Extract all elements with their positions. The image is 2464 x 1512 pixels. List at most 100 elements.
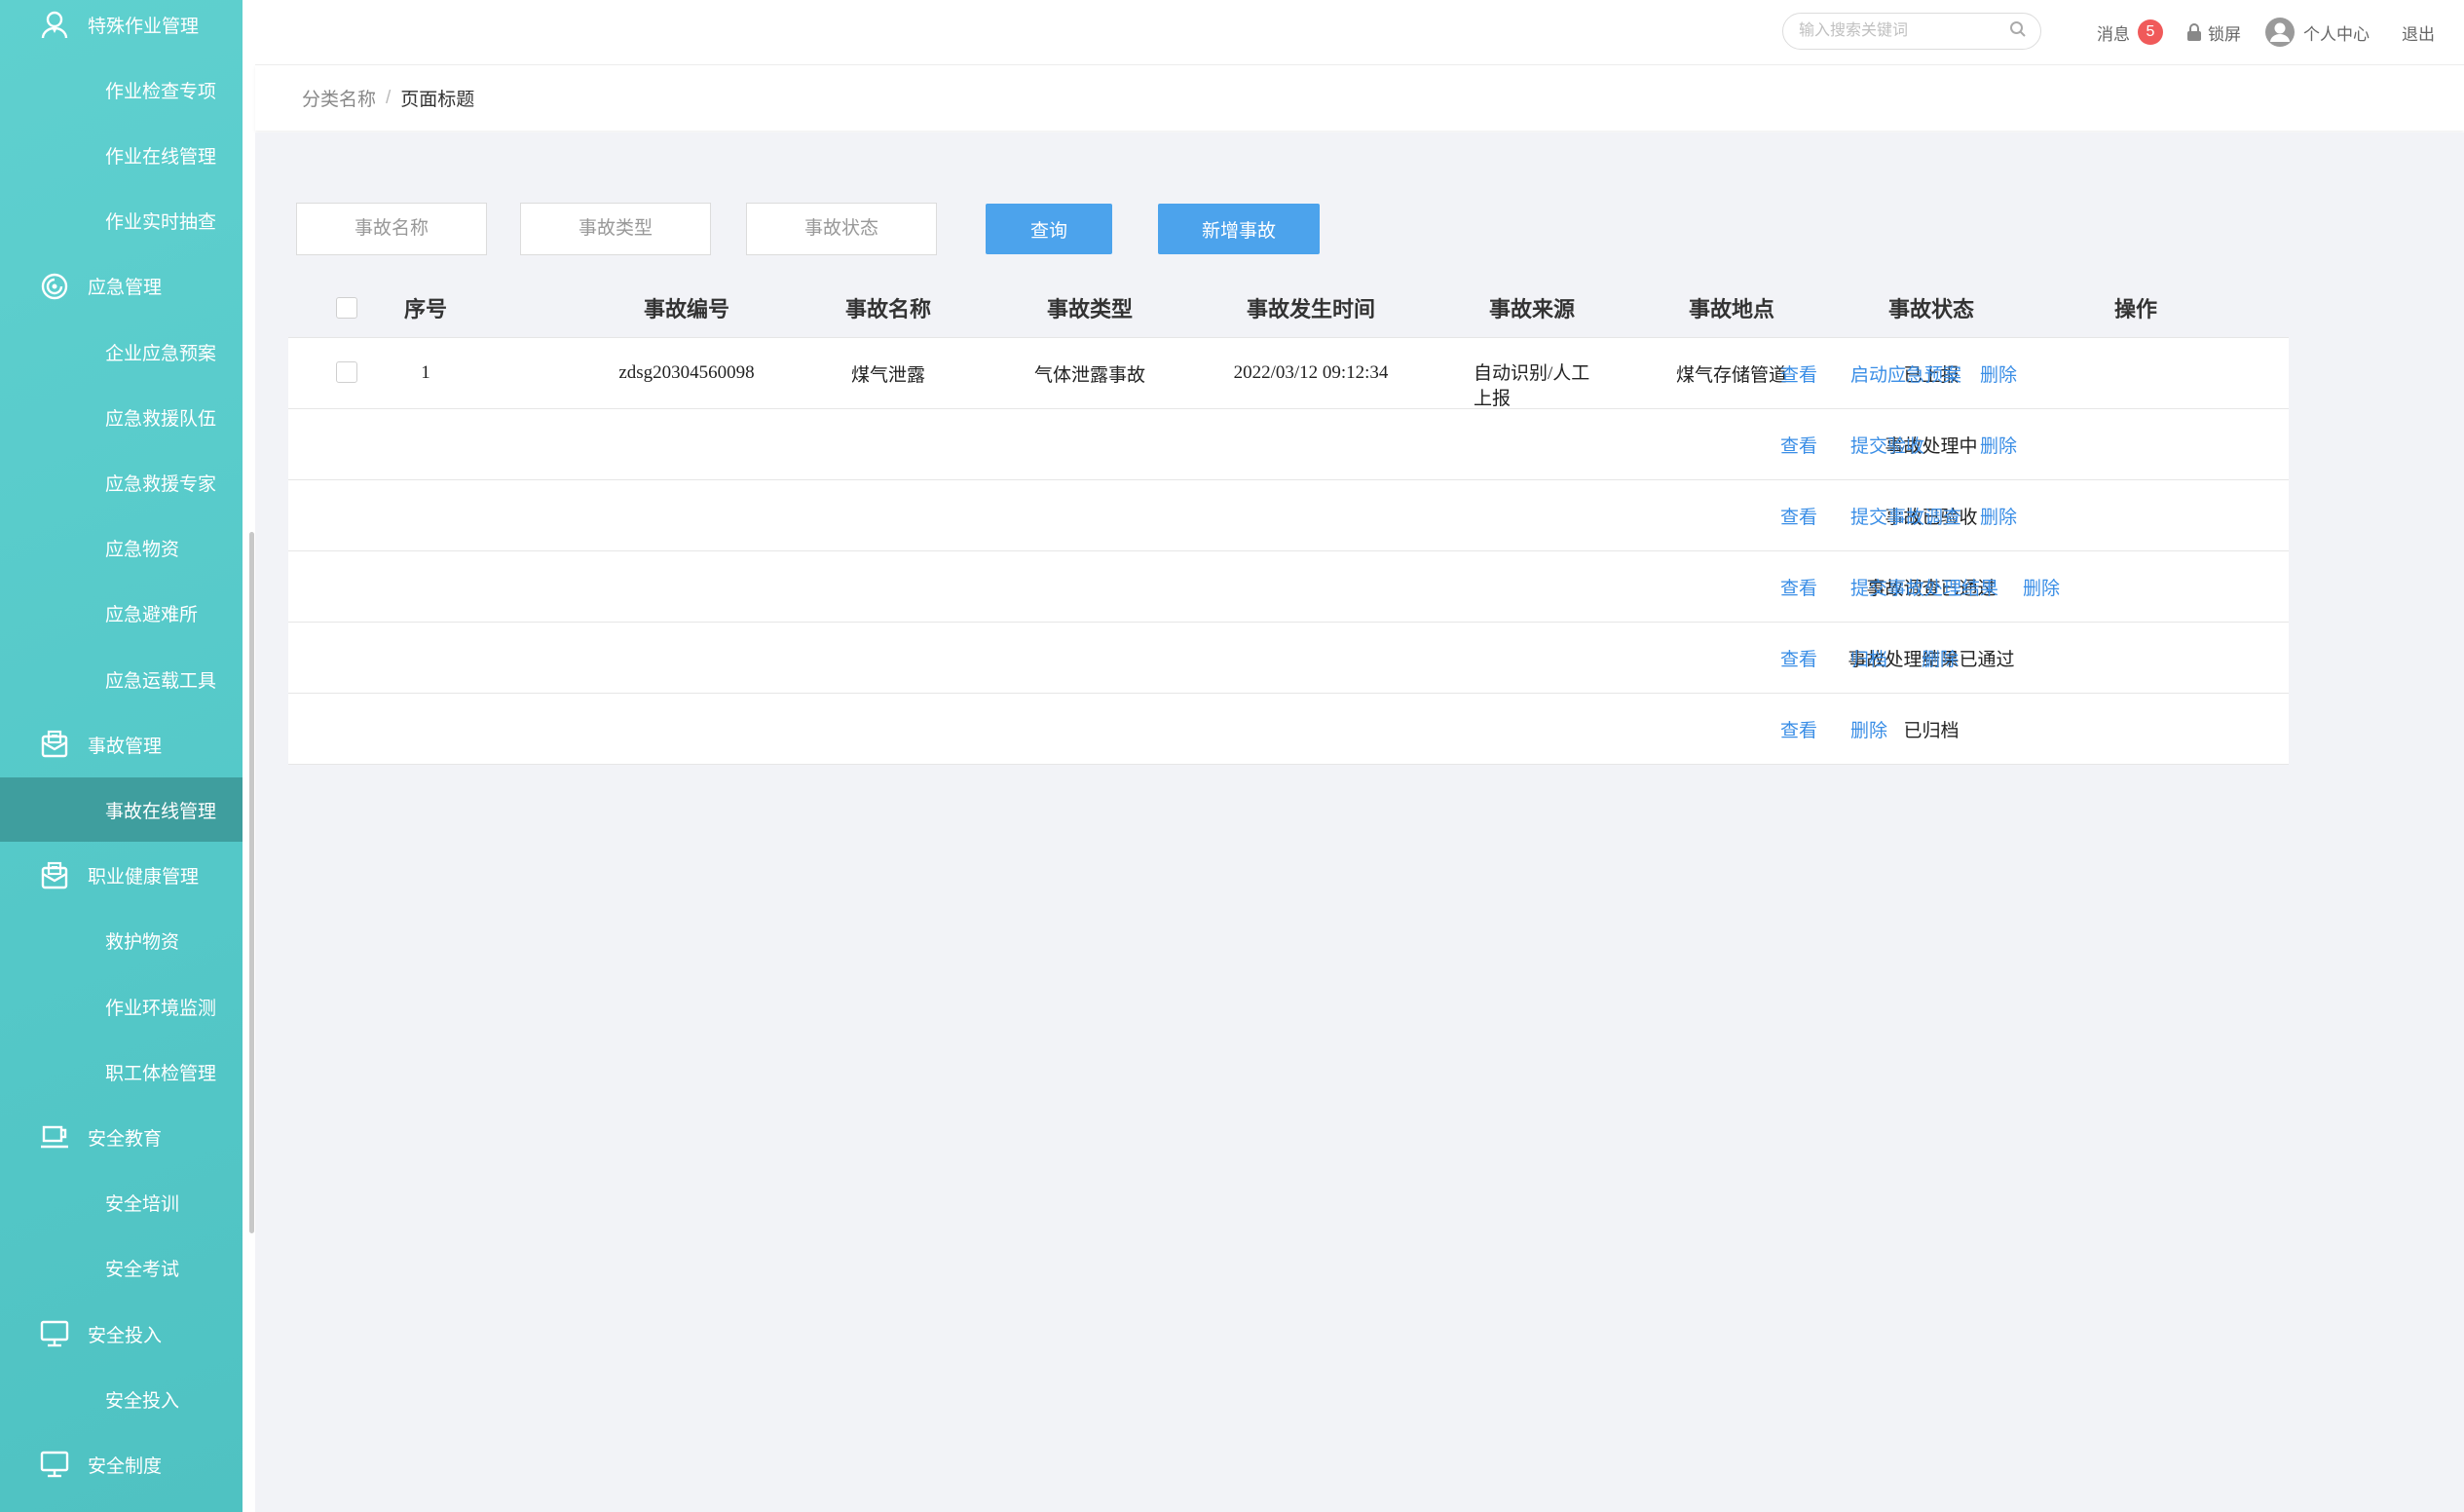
view-link[interactable]: 查看 (1780, 409, 1817, 479)
sidebar-item[interactable]: 特殊作业管理 (0, 0, 243, 57)
messages-count-badge: 5 (2138, 19, 2163, 45)
sidebar-item[interactable]: 作业在线管理 (0, 123, 243, 187)
cell-type: 气体泄露事故 (1033, 364, 1145, 386)
sidebar-item[interactable]: 安全教育 (0, 1105, 243, 1169)
table-row: 已归档 查看 删除 (288, 694, 2289, 765)
sidebar-item[interactable]: 安全投入 (0, 1367, 243, 1431)
delete-link[interactable]: 删除 (1980, 480, 2017, 550)
search-icon[interactable] (2009, 20, 2027, 43)
sidebar-item[interactable]: 职业健康管理 (0, 844, 243, 908)
view-link[interactable]: 查看 (1780, 694, 1817, 764)
table-row: 事故处理结果已通过 查看 归档 删除 (288, 623, 2289, 694)
sidebar-item-label: 作业环境监测 (105, 998, 217, 1019)
accident-type-filter[interactable] (520, 203, 711, 255)
cell-time: 2022/03/12 09:12:34 (1233, 362, 1389, 383)
sidebar-item-label: 事故在线管理 (105, 801, 217, 822)
table-row: 1 zdsg20304560098 煤气泄露 气体泄露事故 2022/03/12 09:… (288, 338, 2289, 409)
row-checkbox[interactable] (336, 361, 357, 383)
profile-label: 个人中心 (2303, 24, 2370, 44)
search-input[interactable] (1797, 21, 2009, 41)
delete-link[interactable]: 删除 (1922, 623, 1959, 693)
accident-status-filter[interactable] (746, 203, 937, 255)
sidebar-item[interactable]: 作业环境监测 (0, 974, 243, 1039)
sidebar-item[interactable]: 应急救援队伍 (0, 385, 243, 449)
main-content: 查询 新增事故 序号 事故编号 事故名称 事故类型 事故发生时间 事故来源 事故地点 事故状态… (255, 132, 2464, 1512)
breadcrumb-category[interactable]: 分类名称 (302, 85, 376, 111)
accident-name-filter[interactable] (296, 203, 487, 255)
sidebar-item[interactable]: 作业检查专项 (0, 57, 243, 122)
column-header: 事故地点 (1688, 297, 1774, 321)
messages-button[interactable]: 消息 5 (2097, 0, 2163, 64)
sidebar-item[interactable]: 事故管理 (0, 712, 243, 776)
action-link[interactable]: 归档 (1850, 623, 1887, 693)
column-header: 事故编号 (643, 297, 729, 321)
sidebar-scrollbar[interactable] (249, 532, 254, 1233)
sidebar-item[interactable]: 企业应急预案 (0, 320, 243, 384)
sidebar-item[interactable]: 安全培训 (0, 1171, 243, 1235)
cell-code: zdsg20304560098 (618, 362, 755, 383)
monitor-icon (39, 1318, 70, 1349)
breadcrumb: 分类名称 / 页面标题 (302, 65, 474, 131)
sidebar-item-label: 安全考试 (105, 1260, 180, 1281)
view-link[interactable]: 查看 (1780, 551, 1817, 622)
sidebar-item[interactable]: 应急避难所 (0, 582, 243, 646)
action-link[interactable]: 提交事故处理结果 (1850, 551, 1998, 622)
sidebar-item-label: 应急管理 (88, 278, 163, 299)
sidebar-item-label: 应急物资 (105, 540, 180, 561)
table-row: 事故调查已通过 查看 提交事故处理结果 删除 (288, 551, 2289, 623)
sidebar-item[interactable]: 作业实时抽查 (0, 189, 243, 253)
column-header: 事故类型 (1046, 297, 1133, 321)
action-link[interactable]: 提交事故调查 (1850, 480, 1961, 550)
sidebar-item[interactable]: 救护物资 (0, 909, 243, 973)
table-header: 序号 事故编号 事故名称 事故类型 事故发生时间 事故来源 事故地点 事故状态 操作 (288, 279, 2289, 337)
sidebar-item-label: 企业应急预案 (105, 343, 217, 364)
breadcrumb-separator: / (386, 87, 392, 108)
column-header: 事故发生时间 (1246, 297, 1375, 321)
view-link[interactable]: 查看 (1780, 480, 1817, 550)
sidebar-item-label: 应急救援专家 (105, 473, 217, 495)
sidebar-item-label: 事故管理 (88, 736, 163, 757)
add-accident-button[interactable]: 新增事故 (1158, 204, 1320, 254)
sidebar-item[interactable]: 职工体检管理 (0, 1040, 243, 1104)
sidebar-item[interactable]: 应急救援专家 (0, 450, 243, 514)
sidebar-item-label: 职业健康管理 (88, 867, 200, 888)
column-header: 操作 (2113, 297, 2157, 321)
cup-icon (39, 1121, 70, 1153)
view-link[interactable]: 查看 (1780, 338, 1817, 408)
view-link[interactable]: 查看 (1780, 623, 1817, 693)
delete-link[interactable]: 删除 (2023, 551, 2060, 622)
column-header: 事故名称 (844, 297, 931, 321)
sidebar-item[interactable]: 事故在线管理 (0, 777, 243, 843)
monitor-icon (39, 1449, 70, 1480)
sidebar-item[interactable]: 应急管理 (0, 254, 243, 319)
sidebar-item[interactable]: 安全考试 (0, 1236, 243, 1301)
sidebar-item-label: 救护物资 (105, 932, 180, 954)
sidebar-item[interactable]: 安全投入 (0, 1302, 243, 1366)
logout-button[interactable]: 退出 (2402, 0, 2435, 64)
sidebar-item-label: 安全制度 (88, 1455, 163, 1477)
sidebar-item-label: 职工体检管理 (105, 1063, 217, 1084)
column-header: 事故状态 (1887, 297, 1974, 321)
sidebar-item[interactable]: 应急运载工具 (0, 647, 243, 711)
query-button[interactable]: 查询 (986, 204, 1112, 254)
breadcrumb-page-title: 页面标题 (400, 90, 475, 110)
action-link[interactable]: 提交验收 (1850, 409, 1924, 479)
sidebar-item-label: 应急避难所 (105, 605, 199, 626)
avatar-icon (2264, 17, 2296, 48)
lock-label: 锁屏 (2208, 24, 2241, 44)
column-header: 序号 (403, 297, 447, 321)
sidebar-item[interactable]: 安全制度 (0, 1432, 243, 1496)
search-box[interactable] (1782, 13, 2041, 50)
cell-source: 自动识别/人工上报 (1474, 363, 1590, 409)
sidebar-item[interactable]: 应急物资 (0, 516, 243, 581)
delete-link[interactable]: 删除 (1850, 694, 1887, 764)
sidebar-item-label: 应急运载工具 (105, 670, 217, 692)
delete-link[interactable]: 删除 (1980, 409, 2017, 479)
sidebar-item-label: 作业在线管理 (105, 146, 217, 168)
action-link[interactable]: 启动应急预案 (1850, 338, 1961, 408)
lock-screen-button[interactable]: 锁屏 (2186, 0, 2241, 64)
user-tie-icon (39, 9, 70, 40)
profile-button[interactable]: 个人中心 (2264, 0, 2370, 64)
sidebar-item-label: 作业实时抽查 (105, 212, 217, 234)
delete-link[interactable]: 删除 (1980, 338, 2017, 408)
